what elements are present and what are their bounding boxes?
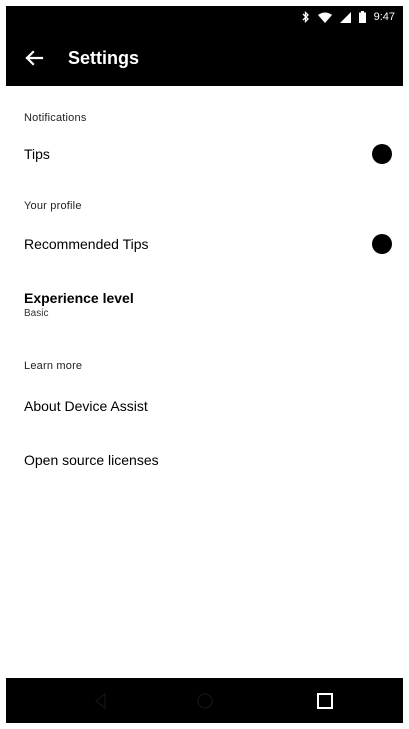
page-title: Settings xyxy=(68,48,140,68)
nav-recents-button[interactable] xyxy=(312,688,338,714)
settings-row-about[interactable]: About Device Assist xyxy=(6,382,403,426)
experience-level-value: Basic xyxy=(24,308,49,319)
experience-level-label: Experience level xyxy=(24,290,134,306)
navigation-bar xyxy=(6,678,403,723)
nav-back-button[interactable] xyxy=(88,688,114,714)
nav-home-button[interactable] xyxy=(192,688,218,714)
about-label: About Device Assist xyxy=(24,398,148,414)
settings-list: Notifications Tips Your profile Recommen… xyxy=(6,86,403,678)
signal-icon xyxy=(339,11,351,23)
licenses-label: Open source licenses xyxy=(24,452,159,468)
recommended-tips-label: Recommended Tips xyxy=(24,236,149,252)
section-header-profile: Your profile xyxy=(24,200,82,212)
tips-label: Tips xyxy=(24,146,50,162)
nav-back-icon xyxy=(94,692,106,710)
nav-recents-icon xyxy=(317,693,333,709)
settings-row-experience-level[interactable]: Experience level Basic xyxy=(6,278,403,326)
tips-toggle[interactable] xyxy=(372,144,392,164)
app-bar: Settings xyxy=(6,30,403,86)
section-header-learn-more: Learn more xyxy=(24,360,83,372)
settings-row-licenses[interactable]: Open source licenses xyxy=(6,436,403,480)
status-icons: 9:47 xyxy=(302,11,395,23)
phone-screen: 9:47 Settings Notifications Tips Your pr… xyxy=(6,6,403,723)
status-bar: 9:47 xyxy=(6,6,403,30)
bluetooth-icon xyxy=(302,11,309,23)
battery-icon xyxy=(358,11,366,23)
status-time: 9:47 xyxy=(373,11,395,23)
nav-home-icon xyxy=(197,693,213,709)
settings-row-tips[interactable]: Tips xyxy=(6,130,403,174)
arrow-left-icon xyxy=(25,50,44,66)
settings-row-recommended-tips[interactable]: Recommended Tips xyxy=(6,220,403,264)
recommended-tips-toggle[interactable] xyxy=(372,234,392,254)
section-header-notifications: Notifications xyxy=(24,112,87,124)
wifi-icon xyxy=(317,12,332,23)
back-button[interactable] xyxy=(20,44,48,72)
